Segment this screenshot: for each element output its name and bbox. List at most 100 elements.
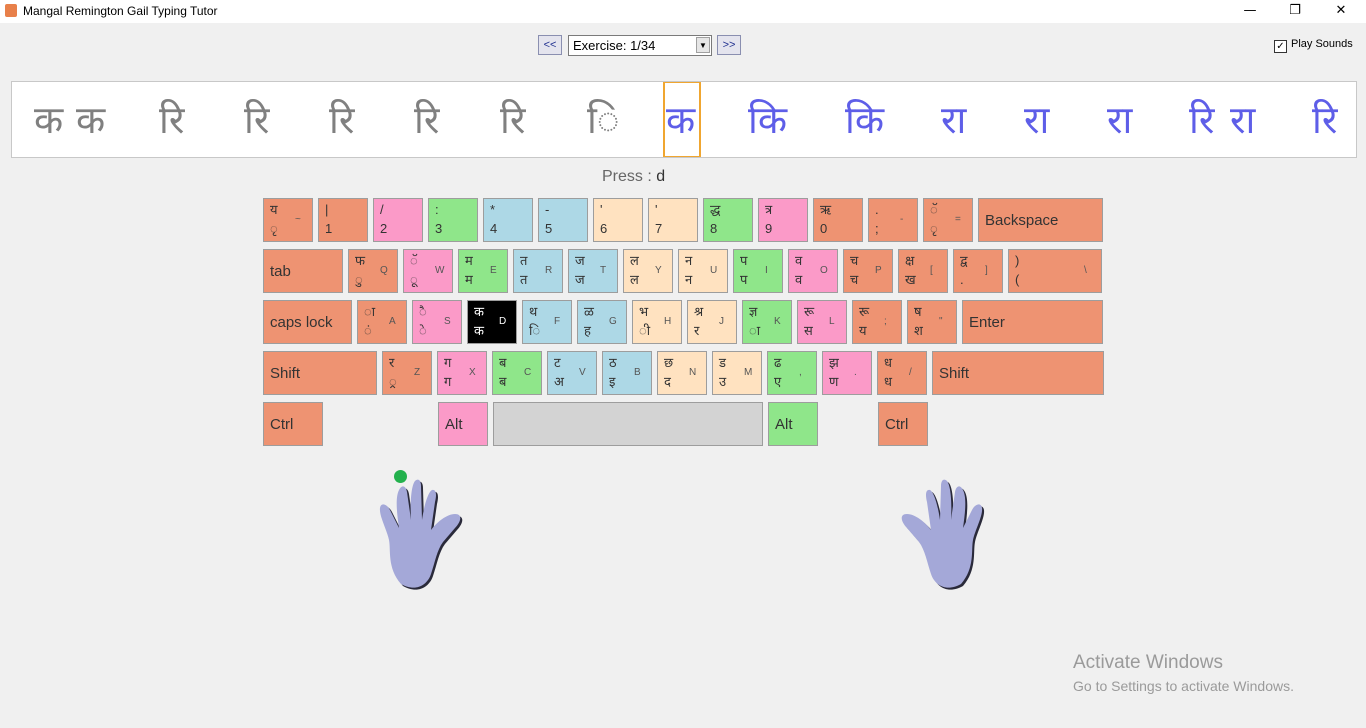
key-num-7[interactable]: ' 7: [648, 198, 698, 242]
key-num-5[interactable]: -5: [538, 198, 588, 242]
right-hand-icon: [901, 479, 985, 590]
key-r[interactable]: तत R: [513, 249, 563, 293]
key-num-9[interactable]: त्र 9: [758, 198, 808, 242]
key-alt[interactable]: Alt: [768, 402, 818, 446]
key-i[interactable]: पप I: [733, 249, 783, 293]
key-upper-glyph: द्ध: [710, 202, 721, 217]
key-z[interactable]: र्र Z: [382, 351, 432, 395]
play-sounds-option[interactable]: ✓ Play Sounds: [1274, 38, 1353, 53]
key-lower-glyph: प: [740, 272, 748, 287]
key-upper-glyph: छ: [664, 355, 674, 370]
key-shift[interactable]: Shift: [932, 351, 1104, 395]
minimize-button[interactable]: —: [1227, 0, 1273, 23]
key-v[interactable]: टअ V: [547, 351, 597, 395]
key-.[interactable]: झण.: [822, 351, 872, 395]
key-backspace[interactable]: Backspace: [978, 198, 1103, 242]
window-title: Mangal Remington Gail Typing Tutor: [23, 4, 218, 18]
key-num-8[interactable]: द्ध 8: [703, 198, 753, 242]
key-l[interactable]: रू स L: [797, 300, 847, 344]
key-num-2[interactable]: /2: [373, 198, 423, 242]
key-enter[interactable]: Enter: [962, 300, 1103, 344]
key-][interactable]: द्व.]: [953, 249, 1003, 293]
key-upper-glyph: द्व: [960, 253, 968, 268]
key-n[interactable]: छद N: [657, 351, 707, 395]
key-upper-glyph: *: [490, 202, 496, 217]
key-lower-glyph: त: [520, 272, 528, 287]
key-upper-glyph: र: [389, 355, 395, 370]
exercise-select[interactable]: Exercise: 1/34 ▼: [568, 35, 712, 56]
key-f[interactable]: थि F: [522, 300, 572, 344]
key-upper-glyph: ॅ: [930, 202, 938, 217]
key-c[interactable]: बब C: [492, 351, 542, 395]
key-q[interactable]: फु Q: [348, 249, 398, 293]
key-"[interactable]: ष श ": [907, 300, 957, 344]
key-ctrl[interactable]: Ctrl: [263, 402, 323, 446]
play-sounds-checkbox[interactable]: ✓: [1274, 40, 1287, 53]
key-lower-glyph: 7: [655, 221, 663, 236]
key-upper-glyph: ज: [575, 253, 585, 268]
key-s[interactable]: ैे S: [412, 300, 462, 344]
key-space[interactable]: [493, 402, 763, 446]
key-g[interactable]: ळह G: [577, 300, 627, 344]
key-upper-glyph: न: [685, 253, 693, 268]
key-ctrl[interactable]: Ctrl: [878, 402, 928, 446]
key-num-4[interactable]: * 4: [483, 198, 533, 242]
key-k[interactable]: ज्ञा K: [742, 300, 792, 344]
key-a[interactable]: ां A: [357, 300, 407, 344]
key-upper-glyph: :: [435, 202, 439, 217]
key-latin-label: ;: [884, 316, 887, 327]
restore-button[interactable]: ❐: [1272, 0, 1318, 23]
key-lower-glyph: च: [850, 272, 859, 287]
key-=[interactable]: ॅृ =: [923, 198, 973, 242]
key-alt[interactable]: Alt: [438, 402, 488, 446]
key-num-3[interactable]: :3: [428, 198, 478, 242]
key--[interactable]: .; -: [868, 198, 918, 242]
upcoming-syllable: रि: [1189, 98, 1215, 142]
key-upper-glyph: ': [655, 202, 658, 217]
key-lower-glyph: न: [685, 272, 693, 287]
key-num-0[interactable]: ऋ0: [813, 198, 863, 242]
key-/[interactable]: ध ध /: [877, 351, 927, 395]
key-,[interactable]: ढए,: [767, 351, 817, 395]
key-caps-lock[interactable]: caps lock: [263, 300, 352, 344]
key-latin-label: Z: [414, 367, 421, 378]
key-d[interactable]: कक D: [467, 300, 517, 344]
key-\[interactable]: ) (\: [1008, 249, 1102, 293]
key-u[interactable]: नन U: [678, 249, 728, 293]
key-lower-glyph: 0: [820, 221, 828, 236]
chevron-down-icon[interactable]: ▼: [696, 37, 710, 53]
key-o[interactable]: वव O: [788, 249, 838, 293]
key-m[interactable]: डउ M: [712, 351, 762, 395]
key-lower-glyph: क: [474, 323, 484, 338]
typed-syllable: रि: [500, 98, 526, 142]
key-shift[interactable]: Shift: [263, 351, 377, 395]
key-[[interactable]: क्ष ख [: [898, 249, 948, 293]
key-x[interactable]: गग X: [437, 351, 487, 395]
key-;[interactable]: रू य;: [852, 300, 902, 344]
key-prompt-label: Press :: [602, 168, 652, 185]
key-lower-glyph: ण: [829, 374, 839, 389]
key-~[interactable]: यृ ~: [263, 198, 313, 242]
key-num-6[interactable]: ' 6: [593, 198, 643, 242]
key-e[interactable]: मम E: [458, 249, 508, 293]
previous-exercise-button[interactable]: <<: [538, 35, 562, 55]
key-w[interactable]: ॅू W: [403, 249, 453, 293]
key-t[interactable]: जज T: [568, 249, 618, 293]
key-p[interactable]: चच P: [843, 249, 893, 293]
key-tab[interactable]: tab: [263, 249, 343, 293]
key-latin-label: D: [499, 316, 507, 327]
key-b[interactable]: ठइ B: [602, 351, 652, 395]
key-lower-glyph: ृ: [930, 221, 938, 236]
app-icon: [5, 4, 17, 17]
key-lower-glyph: ं: [364, 323, 372, 338]
close-button[interactable]: ✕: [1318, 0, 1364, 23]
key-y[interactable]: लल Y: [623, 249, 673, 293]
key-h[interactable]: भी H: [632, 300, 682, 344]
key-lower-glyph: श: [914, 323, 923, 338]
typed-syllable: रि: [159, 98, 185, 142]
key-lower-glyph: ा: [749, 323, 761, 338]
key-latin-label: \: [1084, 265, 1087, 276]
key-j[interactable]: श्र र J: [687, 300, 737, 344]
next-exercise-button[interactable]: >>: [717, 35, 741, 55]
key-num-1[interactable]: | 1: [318, 198, 368, 242]
